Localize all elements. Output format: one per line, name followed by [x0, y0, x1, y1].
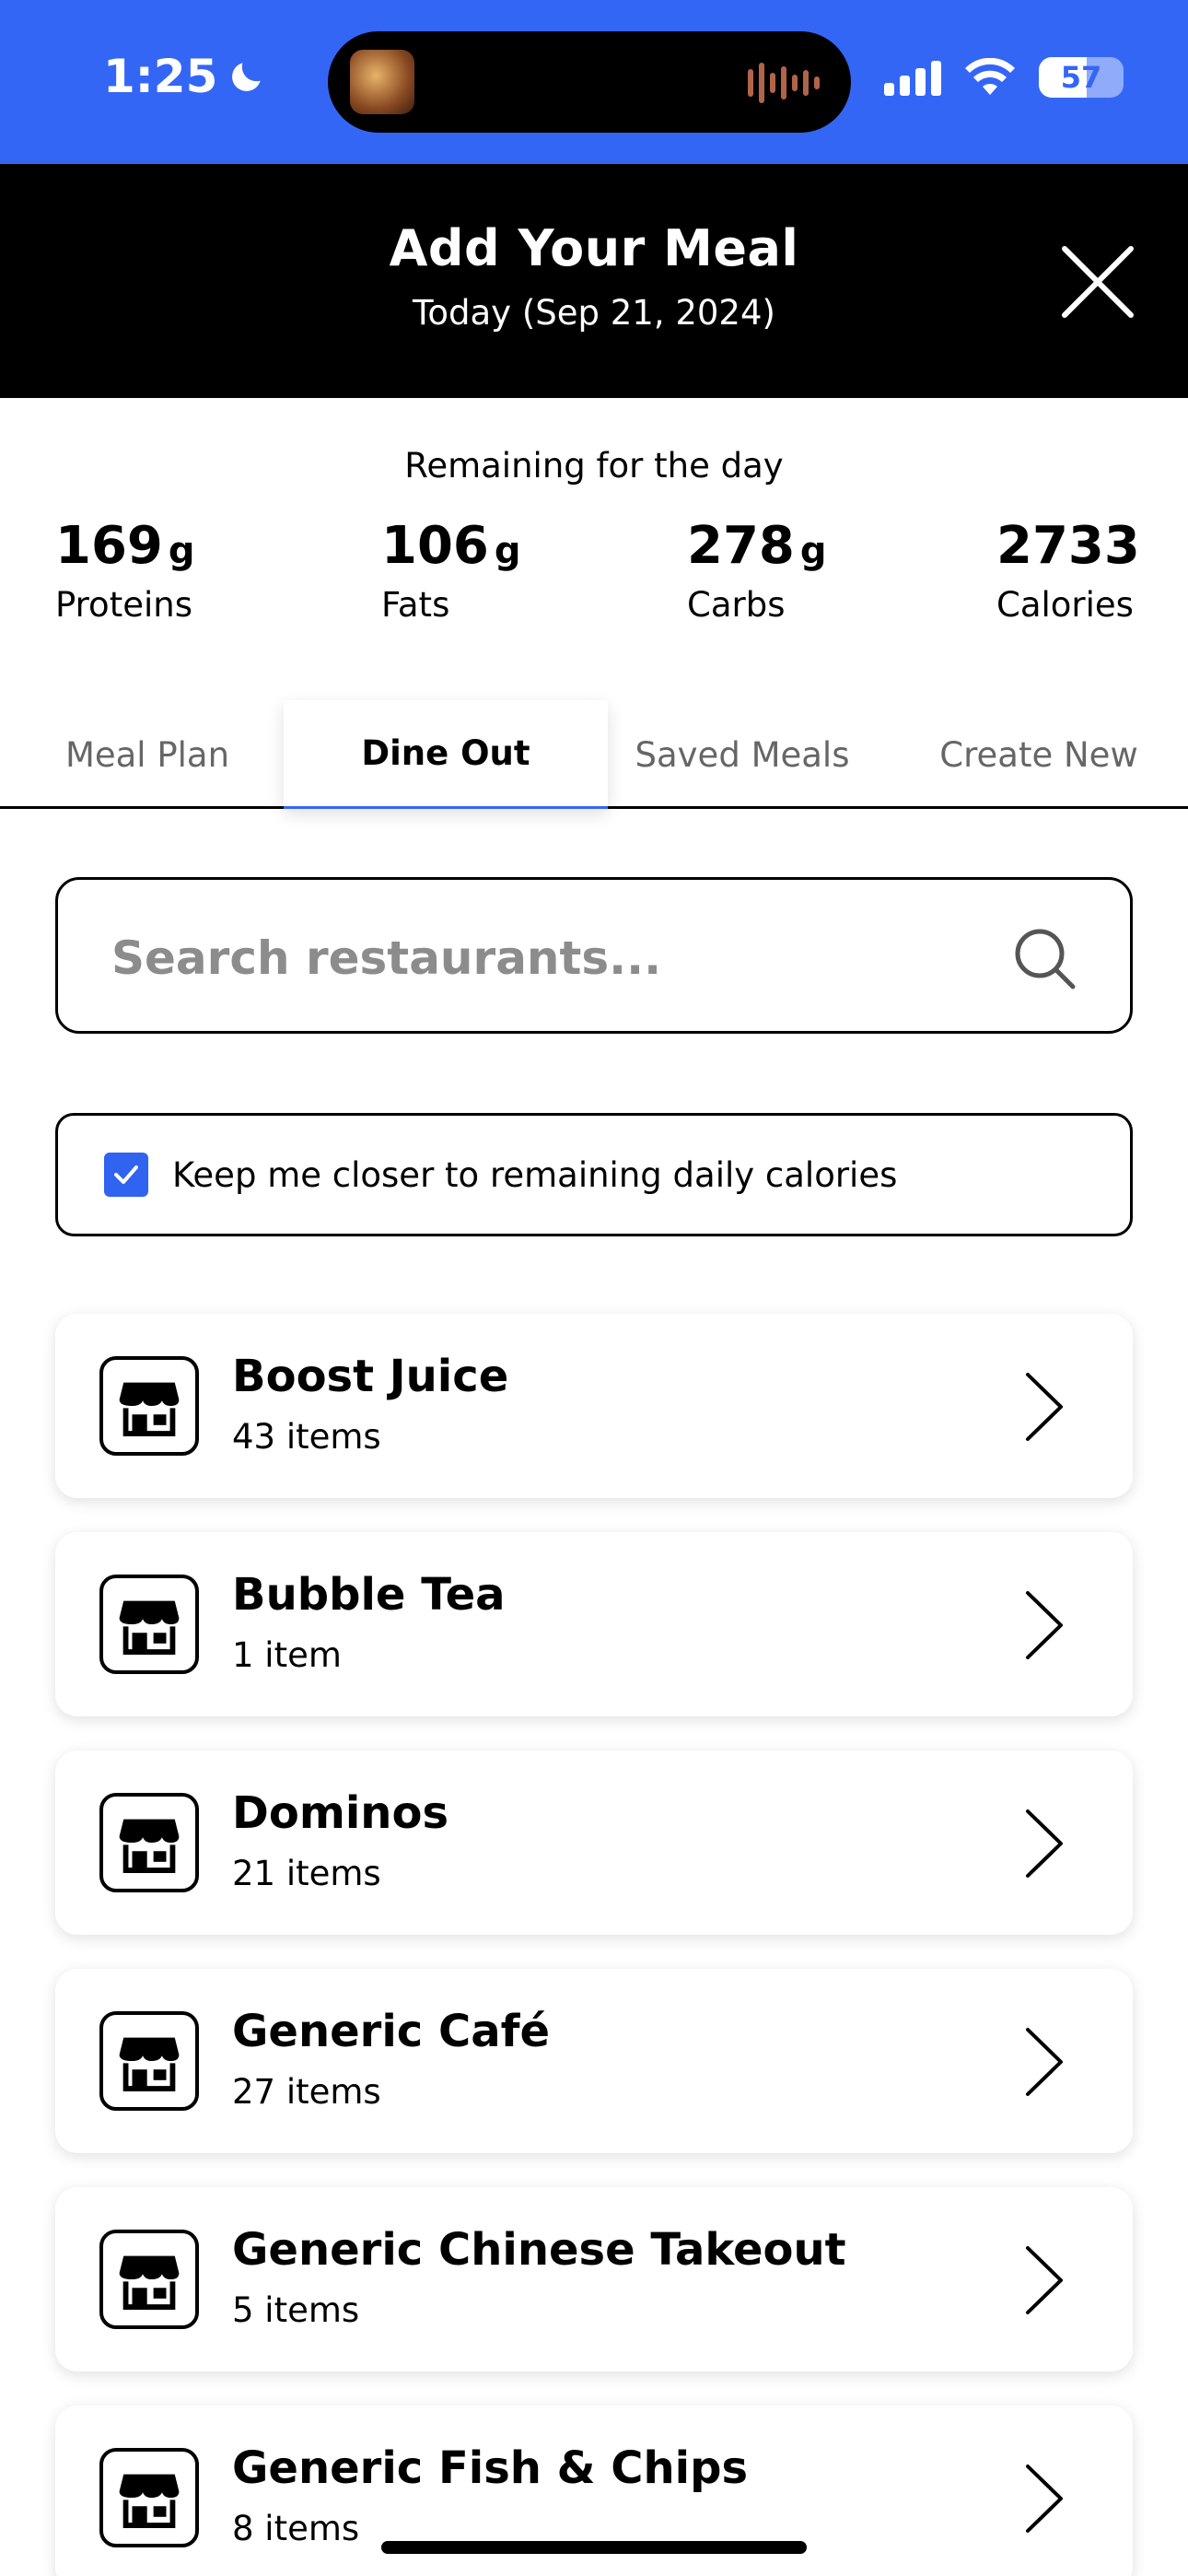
macro-label: Calories — [996, 585, 1134, 625]
macro-value: 106 — [381, 516, 489, 576]
macro-fats: 106 g Fats — [381, 516, 521, 625]
remaining-title: Remaining for the day — [404, 446, 784, 486]
checkmark-icon — [114, 1165, 138, 1184]
tab-dine-out[interactable]: Dine Out — [284, 700, 608, 809]
restaurant-name: Boost Juice — [232, 1351, 509, 1402]
restaurant-card[interactable]: Generic Chinese Takeout 5 items — [55, 2187, 1133, 2371]
home-indicator[interactable] — [381, 2541, 807, 2554]
macro-value: 169 — [55, 516, 163, 576]
macro-unit: g — [168, 530, 195, 572]
restaurant-item-count: 1 item — [232, 1635, 342, 1675]
store-icon — [99, 1793, 199, 1892]
macro-value: 2733 — [996, 516, 1140, 576]
restaurant-name: Dominos — [232, 1787, 449, 1839]
restaurant-card[interactable]: Bubble Tea 1 item — [55, 1532, 1133, 1716]
restaurant-item-count: 21 items — [232, 1854, 381, 1893]
macro-label: Fats — [381, 585, 450, 625]
restaurant-name: Generic Fish & Chips — [232, 2442, 749, 2494]
macro-proteins: 169 g Proteins — [55, 516, 195, 625]
tab-saved-meals[interactable]: Saved Meals — [608, 700, 877, 809]
restaurant-name: Bubble Tea — [232, 1569, 506, 1621]
battery-icon: 57 — [1039, 57, 1124, 98]
macro-label: Proteins — [55, 585, 192, 625]
search-input[interactable] — [111, 907, 996, 1009]
restaurant-item-count: 43 items — [232, 1417, 381, 1457]
wifi-icon — [965, 58, 1015, 95]
macro-unit: g — [799, 530, 827, 572]
chevron-right-icon — [1026, 1373, 1063, 1441]
store-icon — [99, 2011, 199, 2111]
restaurant-item-count: 27 items — [232, 2072, 381, 2112]
chevron-right-icon — [1026, 2465, 1063, 2533]
restaurant-item-count: 8 items — [232, 2509, 360, 2548]
chevron-right-icon — [1026, 1809, 1063, 1878]
status-time-text: 1:25 — [103, 50, 218, 103]
signal-icon — [884, 59, 941, 96]
macro-label: Carbs — [687, 585, 786, 625]
store-icon — [99, 1575, 199, 1674]
macro-carbs: 278 g Carbs — [687, 516, 827, 625]
modal-header: Add Your Meal Today (Sep 21, 2024) — [0, 164, 1188, 398]
page-subtitle: Today (Sep 21, 2024) — [413, 293, 775, 333]
keep-closer-checkbox[interactable] — [104, 1153, 148, 1197]
tab-create-new[interactable]: Create New — [903, 700, 1175, 809]
battery-level: 57 — [1060, 60, 1102, 95]
close-icon[interactable] — [1059, 243, 1136, 321]
keep-closer-option[interactable]: Keep me closer to remaining daily calori… — [55, 1113, 1133, 1236]
status-time: 1:25 — [103, 50, 267, 103]
moon-icon — [232, 63, 262, 91]
tab-meal-plan[interactable]: Meal Plan — [0, 700, 295, 809]
restaurant-list: Boost Juice 43 items Bubble Tea 1 item D… — [55, 1314, 1133, 2576]
status-bar: 1:25 57 — [0, 0, 1188, 164]
restaurant-card[interactable]: Generic Café 27 items — [55, 1969, 1133, 2153]
chevron-right-icon — [1026, 2028, 1063, 2096]
search-icon[interactable] — [1012, 926, 1078, 992]
status-icons: 57 — [884, 57, 1124, 98]
now-playing-artwork — [350, 50, 414, 114]
store-icon — [99, 1356, 199, 1456]
restaurant-name: Generic Café — [232, 2006, 551, 2057]
restaurant-item-count: 5 items — [232, 2290, 360, 2330]
macro-value: 278 — [687, 516, 795, 576]
keep-closer-label: Keep me closer to remaining daily calori… — [172, 1154, 898, 1195]
chevron-right-icon — [1026, 2246, 1063, 2314]
macro-calories: 2733 Calories — [996, 516, 1140, 625]
meal-source-tabs: Meal Plan Dine Out Saved Meals Create Ne… — [0, 700, 1188, 809]
macro-unit: g — [494, 530, 521, 572]
dynamic-island — [328, 31, 851, 133]
chevron-right-icon — [1026, 1591, 1063, 1659]
store-icon — [99, 2448, 199, 2547]
restaurant-card[interactable]: Boost Juice 43 items — [55, 1314, 1133, 1498]
restaurant-card[interactable]: Dominos 21 items — [55, 1751, 1133, 1935]
audio-waveform-icon — [748, 63, 820, 103]
restaurant-search — [55, 877, 1133, 1034]
store-icon — [99, 2230, 199, 2329]
page-title: Add Your Meal — [389, 219, 799, 277]
restaurant-name: Generic Chinese Takeout — [232, 2224, 846, 2276]
